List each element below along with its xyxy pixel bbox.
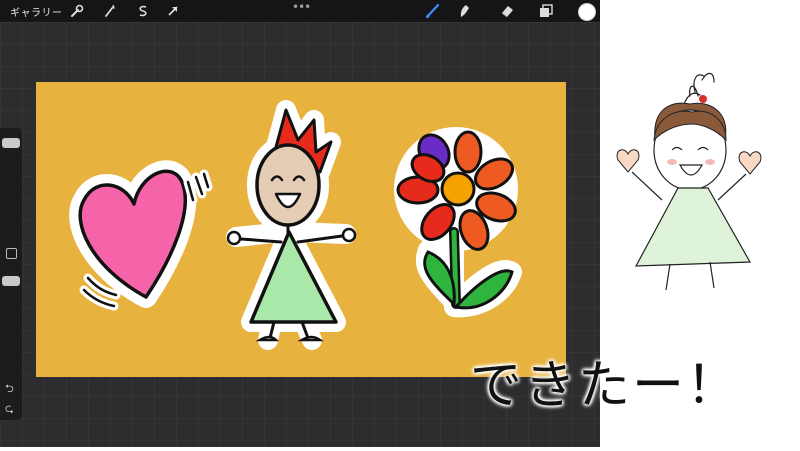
brush-icon[interactable]	[424, 2, 442, 20]
wrench-icon[interactable]	[68, 2, 86, 20]
gallery-button[interactable]: ギャラリー	[10, 4, 63, 19]
modify-button-icon[interactable]	[6, 248, 17, 259]
redo-icon[interactable]: ⮎	[5, 400, 14, 419]
selection-icon[interactable]	[134, 2, 152, 20]
transform-arrow-icon[interactable]	[164, 2, 182, 20]
girl-sticker	[226, 100, 357, 350]
smudge-icon[interactable]	[456, 2, 474, 20]
opacity-slider[interactable]	[2, 276, 20, 286]
color-swatch[interactable]	[578, 3, 596, 21]
more-dots[interactable]: •••	[292, 0, 311, 14]
left-sidebar: ⮌ ⮎	[0, 128, 22, 420]
heart-sticker	[69, 160, 213, 311]
flower-sticker	[394, 127, 522, 318]
magic-wand-icon[interactable]	[101, 2, 119, 20]
top-toolbar: ギャラリー •••	[0, 0, 600, 22]
undo-icon[interactable]: ⮌	[5, 380, 14, 399]
eraser-icon[interactable]	[498, 2, 516, 20]
caption-text: できたー！	[470, 356, 741, 416]
layers-icon[interactable]	[537, 2, 555, 20]
drawing-canvas[interactable]	[36, 82, 566, 377]
brush-size-slider[interactable]	[2, 138, 20, 148]
